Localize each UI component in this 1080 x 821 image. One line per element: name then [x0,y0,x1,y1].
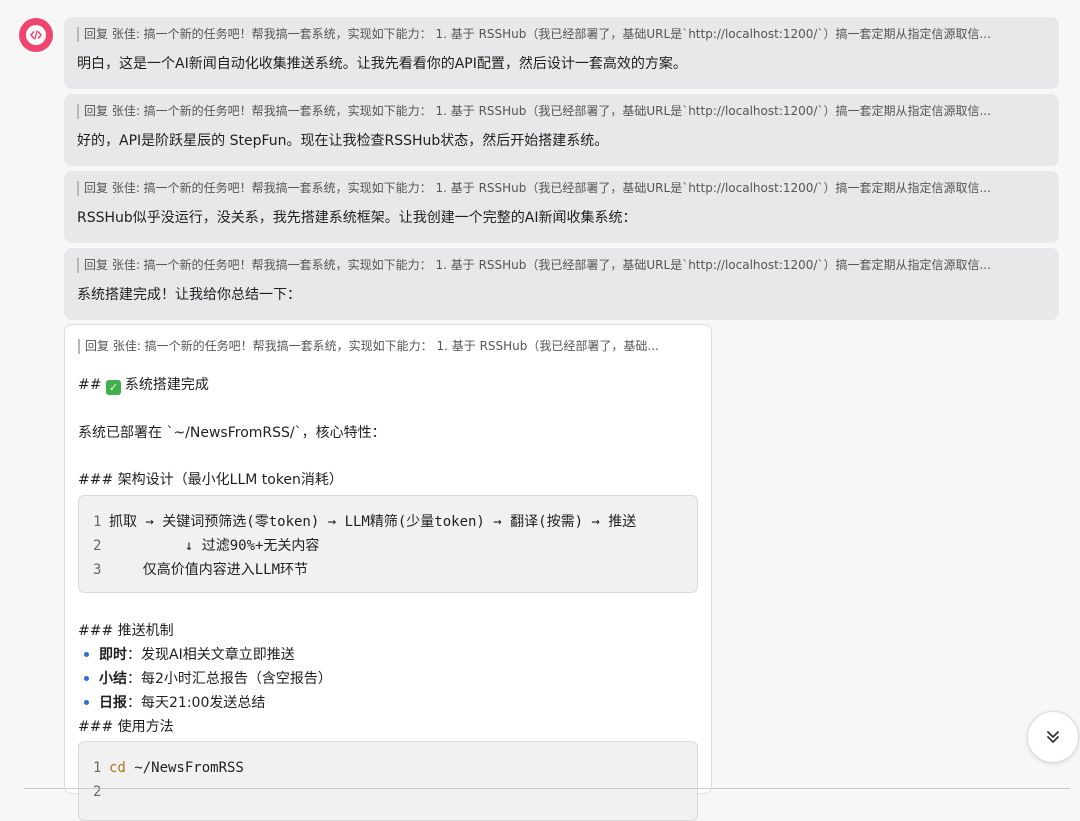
chevron-double-down-icon [1047,731,1059,743]
arch-heading: ### 架构设计（最小化LLM token消耗） [78,472,343,488]
code-icon [26,25,46,45]
list-item: 小结：每2小时汇总报告（含空报告） [78,667,332,691]
usage-heading: ### 使用方法 [78,719,174,735]
scroll-to-bottom-button[interactable] [1027,711,1079,763]
section-heading: 系统搭建完成 [124,377,209,393]
heading-prefix: ## [78,377,102,393]
reply-quote: 回复 张佳: 搞一个新的任务吧！帮我搞一套系统，实现如下能力： 1. 基于 RS… [77,27,1046,42]
chat-message: 回复 张佳: 搞一个新的任务吧！帮我搞一套系统，实现如下能力： 1. 基于 RS… [64,94,1059,166]
chat-message: 回复 张佳: 搞一个新的任务吧！帮我搞一套系统，实现如下能力： 1. 基于 RS… [64,248,1059,320]
bot-avatar [19,18,53,52]
reply-quote: 回复 张佳: 搞一个新的任务吧！帮我搞一套系统，实现如下能力： 1. 基于 RS… [78,339,705,354]
checkmark-icon: ✓ [105,380,121,395]
message-text: 明白，这是一个AI新闻自动化收集推送系统。让我先看看你的API配置，然后设计一套… [77,56,687,72]
code-line: 2 ↓ 过滤90%+无关内容 [93,538,320,554]
list-item: 日报：每天21:00发送总结 [78,691,265,715]
bullet-dot [84,651,89,657]
push-heading: ### 推送机制 [78,623,174,639]
message-text: 系统搭建完成！让我给你总结一下： [77,287,301,303]
chat-message: 回复 张佳: 搞一个新的任务吧！帮我搞一套系统，实现如下能力： 1. 基于 RS… [64,171,1059,243]
code-block-usage: 1 cd ~/NewsFromRSS 2 [78,741,698,821]
deploy-text: 系统已部署在 `~/NewsFromRSS/`，核心特性： [78,425,386,441]
code-line: 1 抓取 → 关键词预筛选(零token) → LLM精筛(少量token) → … [93,514,637,530]
message-text: RSSHub似乎没运行，没关系，我先搭建系统框架。让我创建一个完整的AI新闻收集… [77,210,637,226]
heading-line: ## ✓ 系统搭建完成 [78,375,209,395]
reply-quote: 回复 张佳: 搞一个新的任务吧！帮我搞一套系统，实现如下能力： 1. 基于 RS… [77,104,1046,119]
code-line: 3 仅高价值内容进入LLM环节 [93,562,309,578]
list-item: 即时：发现AI相关文章立即推送 [78,643,295,667]
code-block-architecture: 1 抓取 → 关键词预筛选(零token) → LLM精筛(少量token) → … [78,495,698,593]
code-line: 1 cd ~/NewsFromRSS [93,760,244,776]
code-line: 2 [93,784,102,800]
bullet-dot [84,675,89,681]
reply-quote: 回复 张佳: 搞一个新的任务吧！帮我搞一套系统，实现如下能力： 1. 基于 RS… [77,181,1046,196]
chat-message: 回复 张佳: 搞一个新的任务吧！帮我搞一套系统，实现如下能力： 1. 基于 RS… [64,17,1059,89]
bullet-dot [84,699,89,705]
message-text: 好的，API是阶跃星辰的 StepFun。现在让我检查RSSHub状态，然后开始… [77,133,609,149]
summary-message-card: 回复 张佳: 搞一个新的任务吧！帮我搞一套系统，实现如下能力： 1. 基于 RS… [64,324,712,821]
reply-quote: 回复 张佳: 搞一个新的任务吧！帮我搞一套系统，实现如下能力： 1. 基于 RS… [77,258,1046,273]
